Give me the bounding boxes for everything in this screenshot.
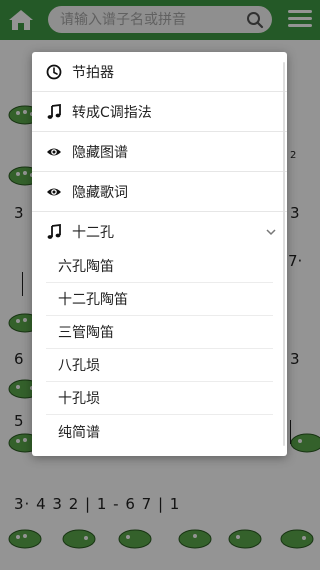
- eye-icon: [47, 188, 61, 196]
- chevron-down-icon: [266, 229, 276, 236]
- music-note-icon: [47, 104, 61, 119]
- submenu-item-six-hole-ocarina[interactable]: 六孔陶笛: [46, 250, 273, 283]
- options-popup-menu: 节拍器 转成C调指法 隐藏图谱 隐藏歌词 十二孔 六孔陶笛 十二孔陶笛 三管陶笛…: [32, 52, 287, 456]
- menu-item-label: 十二孔: [72, 225, 114, 241]
- submenu-item-triple-ocarina[interactable]: 三管陶笛: [46, 316, 273, 349]
- menu-scrollbar[interactable]: [283, 62, 285, 446]
- music-note-icon: [47, 224, 61, 239]
- submenu-item-twelve-hole-ocarina[interactable]: 十二孔陶笛: [46, 283, 273, 316]
- submenu-item-ten-hole-xun[interactable]: 十孔埙: [46, 382, 273, 415]
- menu-item-instrument-selector[interactable]: 十二孔: [32, 212, 287, 252]
- menu-item-hide-lyrics[interactable]: 隐藏歌词: [32, 172, 287, 212]
- menu-item-label: 节拍器: [72, 64, 114, 81]
- menu-item-hide-diagram[interactable]: 隐藏图谱: [32, 132, 287, 172]
- menu-item-label: 转成C调指法: [72, 104, 152, 121]
- clock-icon: [46, 64, 62, 80]
- menu-item-convert-c-fingering[interactable]: 转成C调指法: [32, 92, 287, 132]
- eye-icon: [47, 148, 61, 156]
- menu-item-label: 隐藏图谱: [72, 144, 128, 161]
- submenu-item-numbered-notation-only[interactable]: 纯简谱: [46, 415, 273, 448]
- menu-item-metronome[interactable]: 节拍器: [32, 52, 287, 92]
- submenu-item-eight-hole-xun[interactable]: 八孔埙: [46, 349, 273, 382]
- menu-item-label: 隐藏歌词: [72, 184, 128, 201]
